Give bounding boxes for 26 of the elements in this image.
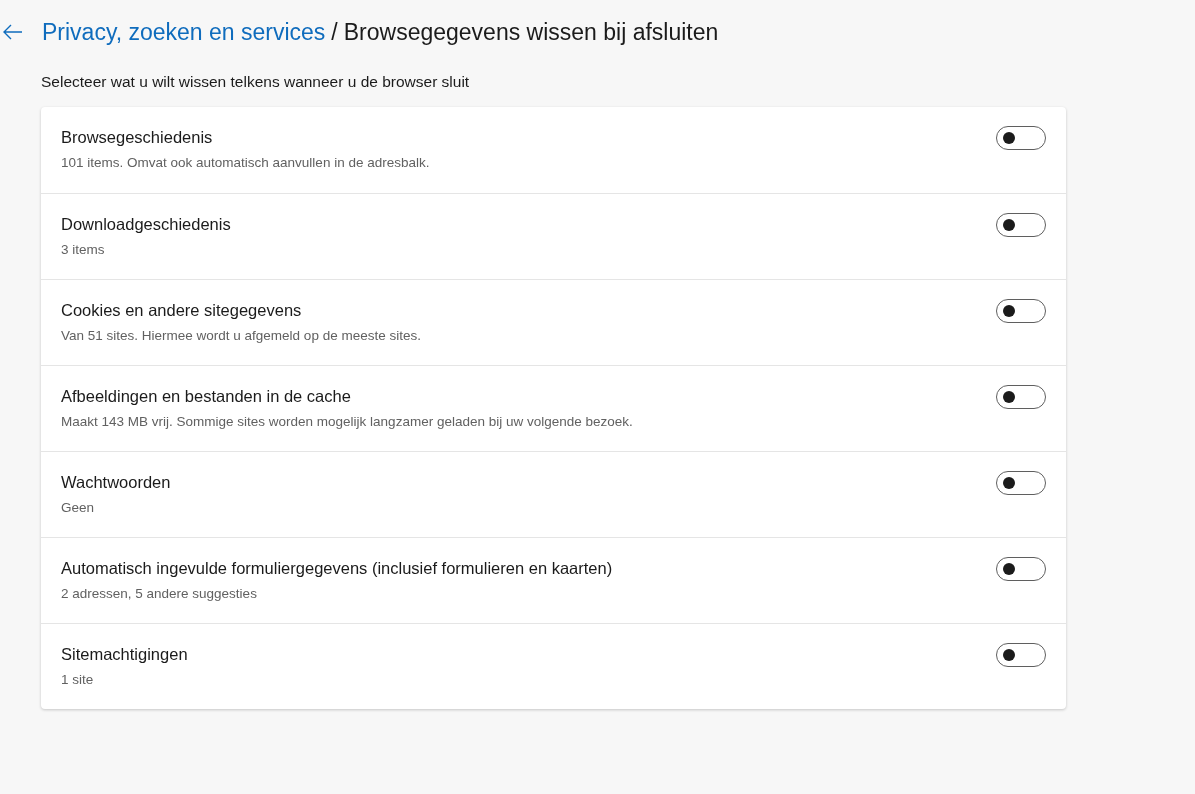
setting-title: Sitemachtigingen <box>61 645 188 664</box>
toggle-switch[interactable] <box>996 299 1046 323</box>
setting-title: Afbeeldingen en bestanden in de cache <box>61 387 352 406</box>
setting-description: Van 51 sites. Hiermee wordt u afgemeld op de meeste sites. <box>61 328 421 343</box>
back-arrow-icon[interactable] <box>3 24 23 40</box>
setting-description: Geen <box>61 500 96 515</box>
setting-title: Downloadgeschiedenis <box>61 215 231 234</box>
setting-description: 3 items <box>61 242 106 257</box>
setting-title: Automatisch ingevulde formuliergegevens (inclusief formulieren en kaarten) <box>61 559 613 578</box>
toggle-switch[interactable] <box>996 385 1046 409</box>
setting-title: Browsegeschiedenis <box>61 128 214 147</box>
toggle-switch[interactable] <box>996 126 1046 150</box>
toggle-switch[interactable] <box>996 213 1046 237</box>
setting-description: 1 site <box>61 672 95 687</box>
setting-title: Wachtwoorden <box>61 473 171 492</box>
toggle-switch[interactable] <box>996 471 1046 495</box>
toggle-switch[interactable] <box>996 643 1046 667</box>
section-subtitle: Selecteer wat u wilt wissen telkens wanneer u de browser sluit <box>41 73 471 91</box>
setting-description: 101 items. Omvat ook automatisch aanvullen in de adresbalk. <box>61 155 430 170</box>
page-title: Browsegegevens wissen bij afsluiten <box>343 18 719 46</box>
setting-description: 2 adressen, 5 andere suggesties <box>61 586 258 601</box>
setting-description: Maakt 143 MB vrij. Sommige sites worden mogelijk langzamer geladen bij uw volgende bezoek. <box>61 414 633 429</box>
toggle-switch[interactable] <box>996 557 1046 581</box>
breadcrumb-link[interactable]: Privacy, zoeken en services <box>42 18 326 46</box>
breadcrumb-separator: / <box>331 18 338 46</box>
setting-title: Cookies en andere sitegegevens <box>61 301 303 320</box>
